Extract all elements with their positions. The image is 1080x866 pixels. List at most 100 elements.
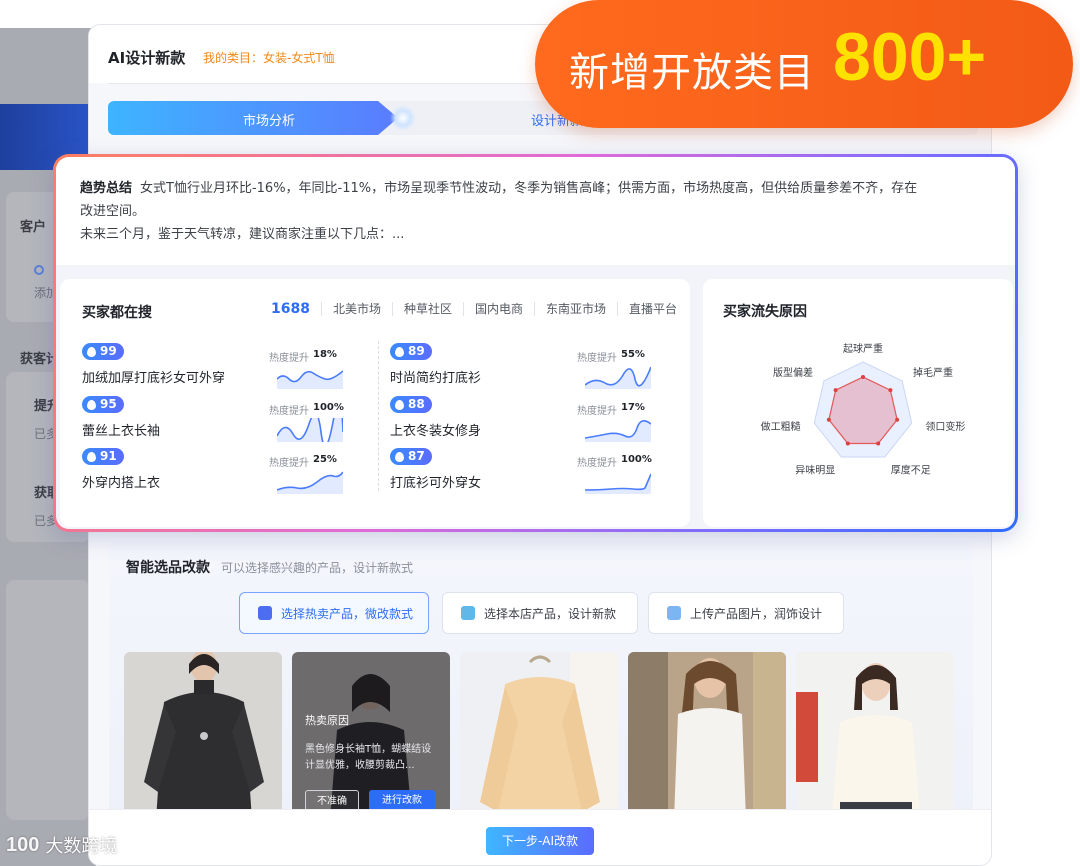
sparkle-icon xyxy=(390,105,416,131)
flame-icon xyxy=(395,399,404,410)
radar-point xyxy=(845,441,850,446)
heat-value: 18% xyxy=(313,349,337,360)
trend-sparkline xyxy=(277,370,343,389)
overlay-title: 热卖原因 xyxy=(305,714,349,727)
next-step-button[interactable]: 下一步-AI改款 xyxy=(486,827,594,855)
background-label: 客户 xyxy=(20,220,47,235)
heat-value: 100% xyxy=(621,454,652,465)
heat-badge: 87 xyxy=(390,448,432,465)
radar-point xyxy=(833,388,838,393)
panel-footer: 下一步-AI改款 xyxy=(89,809,991,865)
product-grid: 热卖原因 黑色修身长袖T恤，蝴蝶结设计显优雅，收腰剪裁凸... 不准确 进行改款 xyxy=(124,652,974,820)
market-tabs: 1688 北美市场 种草社区 国内电商 东南亚市场 直播平台 xyxy=(260,302,688,316)
heat-value: 25% xyxy=(313,454,337,465)
heat-badge: 88 xyxy=(390,396,432,413)
heat-badge: 91 xyxy=(82,448,124,465)
tab-1688[interactable]: 1688 xyxy=(260,302,322,316)
radar-axis-label: 起球严重 xyxy=(843,342,883,355)
option-store-products[interactable]: 选择本店产品，设计新款 xyxy=(442,592,638,634)
promo-text: 新增开放类目 xyxy=(569,50,815,96)
keyword-item[interactable]: 88 上衣冬装女修身 热度提升 17% xyxy=(390,396,680,446)
product-card[interactable] xyxy=(460,652,618,820)
trend-text: 改进空间。 xyxy=(80,204,146,219)
card-title: 买家都在搜 xyxy=(82,305,152,321)
flame-icon xyxy=(87,346,96,357)
tab-live-platform[interactable]: 直播平台 xyxy=(618,302,688,316)
trend-text: 女式T恤行业月环比-16%，年同比-11%，市场呈现季节性波动，冬季为销售高峰；… xyxy=(140,181,918,196)
keyword-text: 外穿内搭上衣 xyxy=(82,476,161,491)
heat-badge: 89 xyxy=(390,343,432,360)
trend-sparkline xyxy=(585,473,651,494)
product-image xyxy=(124,652,282,820)
product-image xyxy=(796,652,954,820)
option-label: 上传产品图片，润饰设计 xyxy=(690,606,823,621)
radar-axis-label: 掉毛严重 xyxy=(913,366,953,379)
keyword-text: 加绒加厚打底衫女可外穿 xyxy=(82,371,226,386)
smart-selection-section: 智能选品改款 可以选择感兴趣的产品，设计新款式 选择热卖产品，微改款式 选择本店… xyxy=(109,540,973,820)
background-icon xyxy=(34,265,44,275)
market-analysis-card: 趋势总结 女式T恤行业月环比-16%，年同比-11%，市场呈现季节性波动，冬季为销… xyxy=(53,154,1018,532)
option-label: 选择热卖产品，微改款式 xyxy=(281,606,414,621)
keyword-text: 蕾丝上衣长袖 xyxy=(82,424,161,439)
flame-icon xyxy=(395,346,404,357)
heat-value: 55% xyxy=(621,349,645,360)
heat-label: 热度提升 xyxy=(577,458,617,469)
keyword-text: 打底衫可外穿女 xyxy=(390,476,482,491)
trend-sparkline xyxy=(585,420,651,442)
heat-score: 99 xyxy=(100,344,117,358)
promo-number: 800+ xyxy=(833,19,987,95)
trend-sparkline xyxy=(277,418,343,442)
heat-label: 热度提升 xyxy=(269,406,309,417)
category-label[interactable]: 我的类目：女装-女式T恤 xyxy=(203,49,335,66)
keyword-text: 时尚简约打底衫 xyxy=(390,371,482,386)
product-card[interactable] xyxy=(628,652,786,820)
card-inner: 趋势总结 女式T恤行业月环比-16%，年同比-11%，市场呈现季节性波动，冬季为销… xyxy=(56,157,1015,529)
heat-score: 87 xyxy=(408,449,425,463)
tab-north-america[interactable]: 北美市场 xyxy=(322,302,393,316)
promo-banner: 新增开放类目 800+ xyxy=(535,0,1073,128)
keyword-text: 上衣冬装女修身 xyxy=(390,424,482,439)
trend-lead: 趋势总结 xyxy=(80,181,133,196)
radar-axis-label: 做工粗糙 xyxy=(761,420,801,433)
keyword-item[interactable]: 91 外穿内搭上衣 热度提升 25% xyxy=(82,448,372,498)
background-card xyxy=(6,580,90,820)
shopping-bag-icon xyxy=(258,606,272,620)
tab-southeast-asia[interactable]: 东南亚市场 xyxy=(535,302,619,316)
trend-summary: 趋势总结 女式T恤行业月环比-16%，年同比-11%，市场呈现季节性波动，冬季为销… xyxy=(56,157,1015,265)
tab-market-analysis[interactable]: 市场分析 xyxy=(243,110,295,129)
image-icon xyxy=(667,606,681,620)
product-card[interactable] xyxy=(796,652,954,820)
radar-point xyxy=(888,388,893,393)
keyword-item[interactable]: 89 时尚简约打底衫 热度提升 55% xyxy=(390,343,680,393)
churn-radar-chart: 起球严重掉毛严重领口变形厚度不足 异味明显 做工粗糙 版型偏差 xyxy=(761,342,966,477)
page-title: AI设计新款 xyxy=(108,49,186,67)
watermark-logo: 100 xyxy=(6,833,40,856)
tab-grass-community[interactable]: 种草社区 xyxy=(393,302,464,316)
buyer-search-card: 买家都在搜 1688 北美市场 种草社区 国内电商 东南亚市场 直播平台 99 加… xyxy=(60,279,690,527)
heat-score: 95 xyxy=(100,397,117,411)
keyword-item[interactable]: 99 加绒加厚打底衫女可外穿 热度提升 18% xyxy=(82,343,372,393)
section-subtitle: 可以选择感兴趣的产品，设计新款式 xyxy=(221,561,414,575)
product-image xyxy=(460,652,618,820)
radar-axis-label: 异味明显 xyxy=(795,465,835,477)
option-label: 选择本店产品，设计新款 xyxy=(484,606,617,621)
section-title: 智能选品改款 xyxy=(126,560,210,576)
option-hot-products[interactable]: 选择热卖产品，微改款式 xyxy=(239,592,429,634)
trend-sparkline xyxy=(585,366,651,389)
keyword-item[interactable]: 87 打底衫可外穿女 热度提升 100% xyxy=(390,448,680,498)
flame-icon xyxy=(87,451,96,462)
radar-point xyxy=(826,417,831,422)
watermark: 100 大数跨境 xyxy=(6,832,117,858)
keyword-item[interactable]: 95 蕾丝上衣长袖 热度提升 100% xyxy=(82,396,372,446)
product-card[interactable] xyxy=(124,652,282,820)
heat-badge: 99 xyxy=(82,343,124,360)
product-card-hover[interactable]: 热卖原因 黑色修身长袖T恤，蝴蝶结设计显优雅，收腰剪裁凸... 不准确 进行改款 xyxy=(292,652,450,820)
heat-label: 热度提升 xyxy=(577,406,617,417)
option-upload-image[interactable]: 上传产品图片，润饰设计 xyxy=(648,592,844,634)
heat-value: 17% xyxy=(621,402,645,413)
radar-axis-label: 领口变形 xyxy=(925,420,965,433)
divider xyxy=(378,341,379,491)
heat-label: 热度提升 xyxy=(269,458,309,469)
tab-domestic-ecommerce[interactable]: 国内电商 xyxy=(464,302,536,316)
heat-score: 89 xyxy=(408,344,425,358)
